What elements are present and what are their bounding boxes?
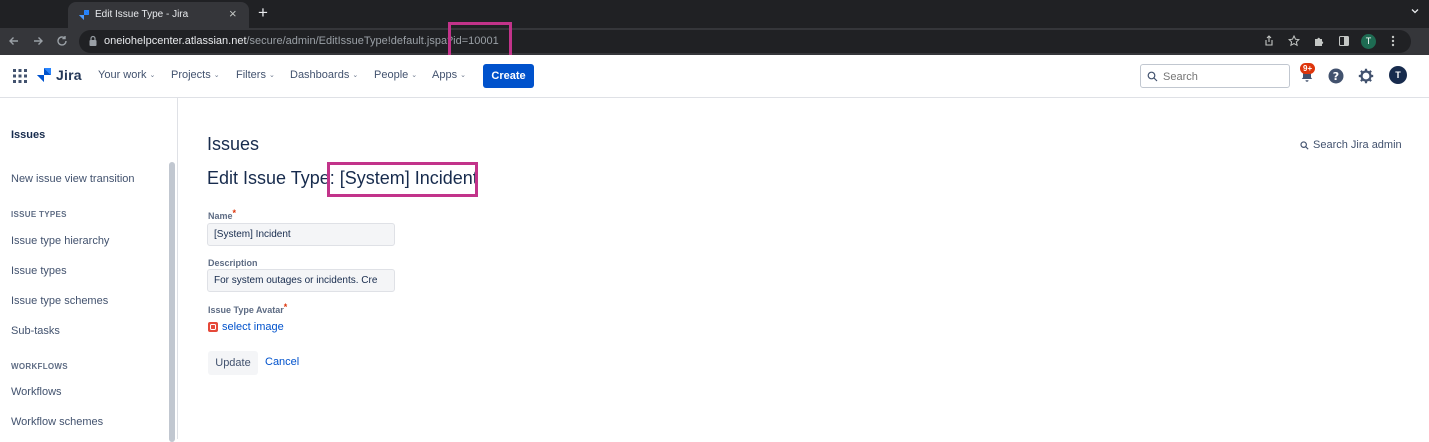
sidebar-item-new-issue-view-transition[interactable]: New issue view transition — [11, 173, 135, 185]
edit-issue-type-heading: Edit Issue Type: [System] Incident — [207, 168, 478, 188]
nav-filters-label: Filters — [236, 69, 266, 81]
app-switcher-icon[interactable] — [13, 69, 27, 83]
browser-tab[interactable]: Edit Issue Type - Jira × — [68, 2, 249, 28]
nav-apps[interactable]: Apps ⌄ — [432, 69, 466, 81]
search-jira-admin-label: Search Jira admin — [1313, 139, 1402, 151]
update-button[interactable]: Update — [208, 351, 258, 375]
settings-gear-icon[interactable] — [1357, 67, 1375, 85]
description-label: Description — [208, 258, 258, 268]
tab-close-icon[interactable]: × — [229, 7, 237, 21]
avatar-label-text: Issue Type Avatar — [208, 305, 284, 315]
side-panel-icon[interactable] — [1336, 33, 1352, 49]
sidebar-item-issue-type-hierarchy[interactable]: Issue type hierarchy — [11, 235, 109, 247]
omnibox-actions: T — [1261, 33, 1401, 49]
chevron-down-icon: ⌄ — [352, 72, 359, 79]
address-bar[interactable]: oneiohelpcenter.atlassian.net/secure/adm… — [79, 30, 1411, 53]
nav-dashboards-label: Dashboards — [290, 69, 350, 81]
select-image-label: select image — [222, 321, 284, 333]
browser-profile-avatar[interactable]: T — [1361, 33, 1376, 49]
nav-people[interactable]: People ⌄ — [374, 69, 417, 81]
tab-title: Edit Issue Type - Jira — [95, 9, 189, 20]
admin-sidebar: Issues New issue view transition ISSUE T… — [0, 98, 178, 442]
jira-search[interactable] — [1140, 64, 1290, 88]
required-asterisk: * — [283, 302, 288, 312]
select-image-link[interactable]: select image — [208, 321, 284, 333]
search-jira-admin-link[interactable]: Search Jira admin — [1300, 139, 1402, 151]
sidebar-item-workflows[interactable]: Workflows — [11, 386, 62, 398]
nav-projects[interactable]: Projects ⌄ — [171, 69, 220, 81]
browser-menu-icon[interactable] — [1385, 33, 1401, 49]
url-host: oneiohelpcenter.atlassian.net — [104, 35, 247, 47]
cancel-link[interactable]: Cancel — [265, 356, 299, 368]
browser-toolbar: oneiohelpcenter.atlassian.net/secure/adm… — [0, 28, 1429, 55]
jira-logo[interactable]: Jira — [36, 67, 82, 83]
bookmark-star-icon[interactable] — [1286, 33, 1302, 49]
name-label: Name* — [208, 208, 237, 221]
jira-top-nav: Jira Your work ⌄ Projects ⌄ Filters ⌄ Dashb… — [0, 55, 1429, 98]
page-title: Issues — [207, 134, 260, 154]
chevron-down-icon: ⌄ — [149, 72, 156, 79]
description-field[interactable] — [207, 269, 395, 292]
chevron-down-icon: ⌄ — [411, 72, 418, 79]
notification-count-badge: 9+ — [1300, 63, 1316, 74]
name-label-text: Name — [208, 211, 233, 221]
nav-projects-label: Projects — [171, 69, 211, 81]
search-input[interactable] — [1163, 69, 1283, 84]
url-text[interactable]: oneiohelpcenter.atlassian.net/secure/adm… — [104, 35, 499, 47]
nav-apps-label: Apps — [432, 69, 458, 81]
share-icon[interactable] — [1261, 33, 1277, 49]
chevron-down-icon: ⌄ — [213, 72, 220, 79]
avatar-label: Issue Type Avatar* — [208, 302, 288, 315]
sidebar-scrollbar[interactable] — [169, 162, 175, 442]
nav-your-work[interactable]: Your work ⌄ — [98, 69, 155, 81]
nav-people-label: People — [374, 69, 409, 81]
name-field[interactable] — [207, 223, 395, 246]
sidebar-item-workflow-schemes[interactable]: Workflow schemes — [11, 416, 103, 428]
search-icon — [1300, 140, 1309, 150]
tab-search-chevron-icon[interactable] — [1410, 6, 1420, 16]
sidebar-heading-workflows: WORKFLOWS — [11, 362, 68, 371]
reload-icon[interactable] — [54, 33, 70, 49]
search-icon — [1147, 71, 1158, 82]
sidebar-title: Issues — [11, 129, 46, 141]
browser-tabstrip: Edit Issue Type - Jira × + — [0, 0, 1429, 28]
sidebar-item-sub-tasks[interactable]: Sub-tasks — [11, 325, 60, 337]
lock-icon[interactable] — [88, 35, 98, 47]
jira-logo-text: Jira — [56, 67, 82, 83]
sidebar-item-issue-types[interactable]: Issue types — [11, 265, 67, 277]
svg-text:?: ? — [1333, 70, 1339, 83]
help-icon[interactable]: ? — [1327, 67, 1345, 85]
url-path: /secure/admin/EditIssueType!default.jspa… — [246, 35, 499, 47]
nav-dashboards[interactable]: Dashboards ⌄ — [290, 69, 358, 81]
chevron-down-icon: ⌄ — [268, 72, 275, 79]
nav-your-work-label: Your work — [98, 69, 147, 81]
extensions-icon[interactable] — [1311, 33, 1327, 49]
jira-logo-icon — [37, 68, 51, 82]
sidebar-item-issue-type-schemes[interactable]: Issue type schemes — [11, 295, 108, 307]
jira-favicon-icon — [79, 10, 89, 20]
incident-issue-type-icon — [208, 322, 218, 332]
forward-arrow-icon[interactable] — [30, 33, 46, 49]
new-tab-icon[interactable]: + — [258, 4, 268, 22]
nav-filters[interactable]: Filters ⌄ — [236, 69, 275, 81]
chevron-down-icon: ⌄ — [460, 72, 466, 79]
user-avatar[interactable]: T — [1389, 66, 1407, 84]
create-button[interactable]: Create — [483, 64, 534, 88]
required-asterisk: * — [232, 208, 237, 218]
back-arrow-icon[interactable] — [6, 33, 22, 49]
sidebar-heading-issue-types: ISSUE TYPES — [11, 210, 67, 219]
